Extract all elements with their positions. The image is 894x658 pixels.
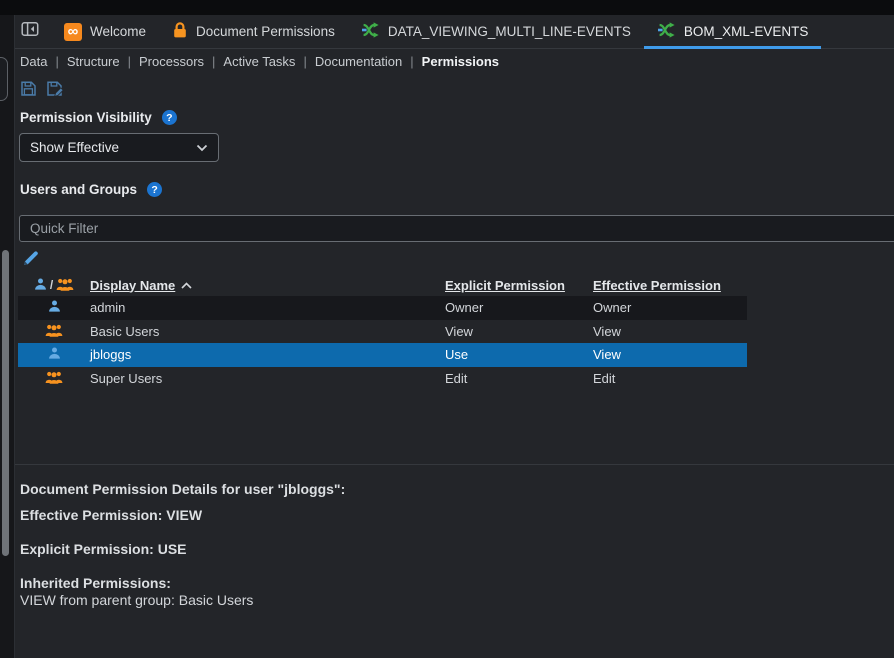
collapse-panel-icon: [21, 20, 39, 43]
effective-permission-cell: Edit: [593, 371, 747, 386]
users-groups-table: / Display Name Explicit Permission Effec…: [18, 274, 747, 390]
document-section-nav: Data | Structure | Processors | Active T…: [20, 54, 499, 69]
column-header-explicit-permission[interactable]: Explicit Permission: [445, 278, 565, 293]
table-row-jbloggs[interactable]: jbloggs Use View: [18, 343, 747, 367]
permission-visibility-select[interactable]: Show Effective: [19, 133, 219, 162]
nav-separator: |: [55, 54, 58, 69]
nav-item-permissions[interactable]: Permissions: [422, 54, 499, 69]
chevron-down-icon: [196, 144, 208, 152]
explicit-permission-cell: Use: [445, 347, 593, 362]
display-name-cell: Basic Users: [90, 324, 445, 339]
tab-bom-xml-events[interactable]: BOM_XML-EVENTS: [644, 15, 822, 49]
explicit-permission-cell: Edit: [445, 371, 593, 386]
details-title: Document Permission Details for user "jb…: [20, 481, 345, 497]
display-name-cell: admin: [90, 300, 445, 315]
vertical-scrollbar-thumb[interactable]: [2, 250, 9, 556]
save-toolbar: [19, 79, 64, 98]
user-icon: [34, 277, 47, 294]
save-icon[interactable]: [19, 79, 38, 98]
tab-data-viewing-multi-line-events[interactable]: DATA_VIEWING_MULTI_LINE-EVENTS: [348, 15, 644, 49]
tab-label: Document Permissions: [196, 24, 335, 39]
window-top-strip: [0, 0, 894, 15]
effective-permission-cell: View: [593, 324, 747, 339]
left-rail: [0, 15, 15, 658]
app-window: ∞ Welcome Document Permissions DATA_VIEW…: [0, 0, 894, 658]
nav-item-data[interactable]: Data: [20, 54, 47, 69]
details-inherited-value: VIEW from parent group: Basic Users: [20, 592, 253, 608]
tab-bar: ∞ Welcome Document Permissions DATA_VIEW…: [15, 15, 894, 49]
details-effective-permission: Effective Permission: VIEW: [20, 507, 202, 523]
user-icon: [48, 299, 61, 316]
entity-type-header: /: [18, 277, 90, 294]
tab-label: BOM_XML-EVENTS: [684, 24, 809, 39]
user-icon: [48, 346, 61, 363]
table-row-admin[interactable]: admin Owner Owner: [18, 296, 747, 320]
column-header-effective-permission[interactable]: Effective Permission: [593, 278, 721, 293]
details-inherited-label: Inherited Permissions:: [20, 575, 171, 591]
lock-icon: [172, 21, 188, 42]
group-icon: [56, 277, 74, 294]
nav-item-documentation[interactable]: Documentation: [315, 54, 402, 69]
collapsed-drawer-handle[interactable]: [0, 57, 8, 101]
explicit-permission-cell: Owner: [445, 300, 593, 315]
save-as-icon[interactable]: [45, 79, 64, 98]
selected-option-label: Show Effective: [30, 140, 119, 155]
pencil-icon[interactable]: [22, 249, 40, 267]
dataflow-icon: [657, 22, 676, 41]
nav-separator: |: [128, 54, 131, 69]
sort-ascending-icon: [181, 278, 192, 293]
users-and-groups-label: Users and Groups ?: [20, 182, 162, 197]
effective-permission-cell: View: [593, 347, 747, 362]
nav-item-active-tasks[interactable]: Active Tasks: [223, 54, 295, 69]
display-name-cell: jbloggs: [90, 347, 445, 362]
infinity-logo-icon: ∞: [64, 23, 82, 41]
collapse-panel-button[interactable]: [20, 22, 39, 41]
display-name-cell: Super Users: [90, 371, 445, 386]
effective-permission-cell: Owner: [593, 300, 747, 315]
column-header-display-name[interactable]: Display Name: [90, 278, 175, 293]
group-icon: [45, 370, 63, 387]
table-row-super-users[interactable]: Super Users Edit Edit: [18, 367, 747, 391]
tab-label: DATA_VIEWING_MULTI_LINE-EVENTS: [388, 24, 631, 39]
nav-separator: |: [410, 54, 413, 69]
permission-visibility-label: Permission Visibility ?: [20, 110, 177, 125]
nav-item-processors[interactable]: Processors: [139, 54, 204, 69]
quick-filter-input[interactable]: [19, 215, 894, 242]
details-divider: [15, 464, 894, 465]
table-header: / Display Name Explicit Permission Effec…: [18, 274, 747, 296]
help-icon[interactable]: ?: [162, 110, 177, 125]
tab-document-permissions[interactable]: Document Permissions: [159, 15, 348, 49]
table-row-basic-users[interactable]: Basic Users View View: [18, 320, 747, 344]
nav-separator: |: [212, 54, 215, 69]
user-group-separator: /: [50, 278, 53, 292]
group-icon: [45, 323, 63, 340]
details-explicit-permission: Explicit Permission: USE: [20, 541, 187, 557]
nav-separator: |: [303, 54, 306, 69]
nav-item-structure[interactable]: Structure: [67, 54, 120, 69]
tab-label: Welcome: [90, 24, 146, 39]
tab-welcome[interactable]: ∞ Welcome: [51, 15, 159, 49]
dataflow-icon: [361, 22, 380, 41]
help-icon[interactable]: ?: [147, 182, 162, 197]
explicit-permission-cell: View: [445, 324, 593, 339]
